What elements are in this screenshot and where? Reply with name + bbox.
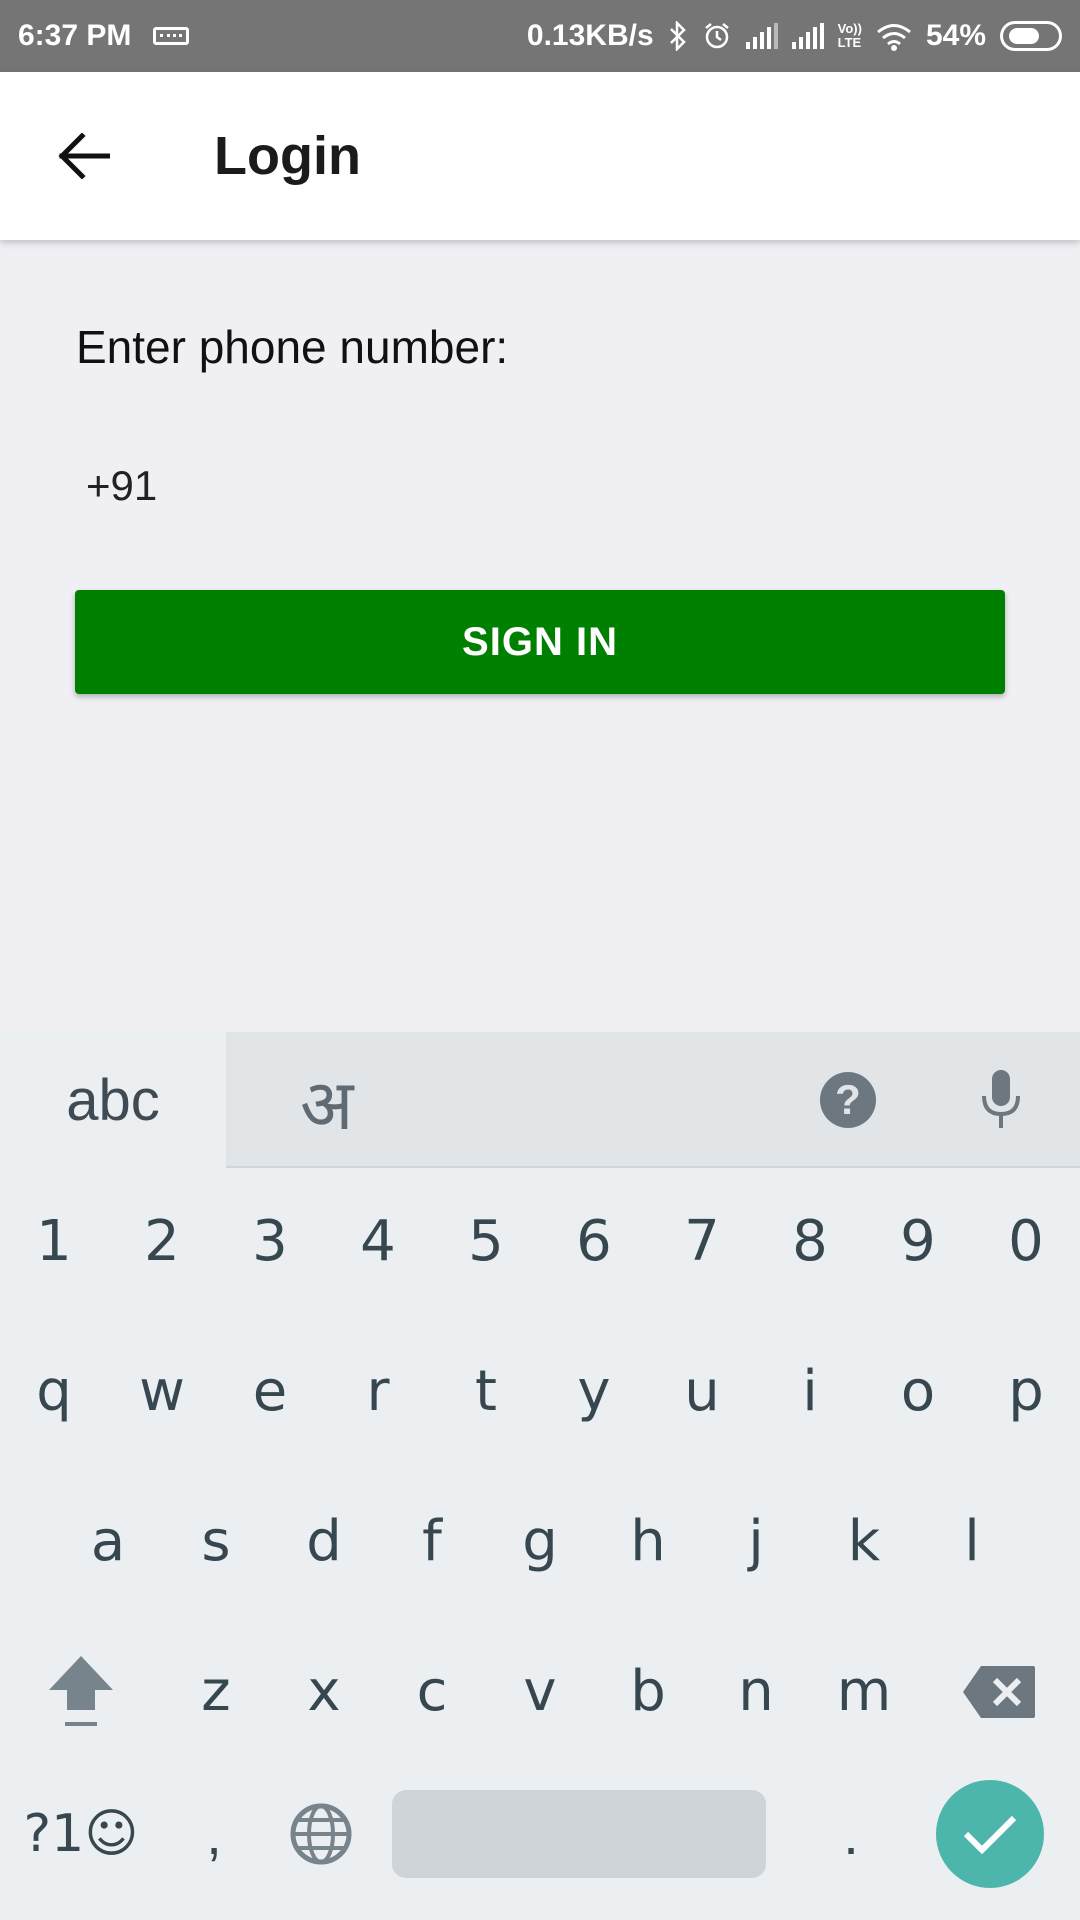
enter-key[interactable] [936, 1780, 1044, 1888]
key-a[interactable]: a [54, 1492, 162, 1592]
volte-icon: Vo)) LTE [838, 22, 862, 50]
keyboard-icon [153, 27, 190, 45]
period-key[interactable]: . [766, 1802, 936, 1867]
key-6[interactable]: 6 [540, 1192, 648, 1292]
symbols-key[interactable]: ?1☺ [0, 1804, 162, 1864]
back-button[interactable] [34, 106, 134, 206]
keyboard-number-row: 1 2 3 4 5 6 7 8 9 0 [0, 1192, 1080, 1292]
key-1[interactable]: 1 [0, 1192, 108, 1292]
globe-key[interactable] [266, 1802, 376, 1866]
wifi-icon [876, 21, 912, 51]
battery-icon [1000, 21, 1062, 51]
key-2[interactable]: 2 [108, 1192, 216, 1292]
keyboard-toolbar: abc अ ? [0, 1032, 1080, 1168]
key-e[interactable]: e [216, 1342, 324, 1442]
phone-label: Enter phone number: [76, 321, 509, 373]
globe-icon [290, 1803, 352, 1865]
key-b[interactable]: b [594, 1642, 702, 1742]
key-c[interactable]: c [378, 1642, 486, 1742]
help-icon[interactable]: ? [820, 1072, 876, 1128]
key-8[interactable]: 8 [756, 1192, 864, 1292]
battery-percent: 54% [925, 19, 986, 52]
key-y[interactable]: y [540, 1342, 648, 1442]
key-l[interactable]: l [918, 1492, 1026, 1592]
volte-text-top: Vo)) [837, 21, 862, 36]
keyboard-tab-hindi[interactable]: अ [300, 1054, 353, 1150]
key-h[interactable]: h [594, 1492, 702, 1592]
backspace-key[interactable] [918, 1642, 1080, 1742]
key-k[interactable]: k [810, 1492, 918, 1592]
network-speed: 0.13KB/s [526, 19, 654, 52]
keyboard-row-q: q w e r t y u i o p [0, 1342, 1080, 1442]
soft-keyboard: abc अ ? 1 2 3 4 5 6 7 8 9 0 q w e r t y … [0, 1032, 1080, 1920]
key-m[interactable]: m [810, 1642, 918, 1742]
keyboard-tab-abc[interactable]: abc [0, 1032, 226, 1168]
key-z[interactable]: z [162, 1642, 270, 1742]
keyboard-row-z: z x c v b n m [0, 1642, 1080, 1742]
key-i[interactable]: i [756, 1342, 864, 1442]
key-w[interactable]: w [108, 1342, 216, 1442]
key-t[interactable]: t [432, 1342, 540, 1442]
mic-icon[interactable] [976, 1068, 1026, 1137]
key-d[interactable]: d [270, 1492, 378, 1592]
status-time: 6:37 PM [18, 19, 132, 52]
key-n[interactable]: n [702, 1642, 810, 1742]
checkmark-icon [963, 1815, 1017, 1855]
key-p[interactable]: p [972, 1342, 1080, 1442]
key-3[interactable]: 3 [216, 1192, 324, 1292]
arrow-back-icon [58, 133, 110, 179]
backspace-icon [963, 1666, 1035, 1718]
key-g[interactable]: g [486, 1492, 594, 1592]
keyboard-row-a: a s d f g h j k l [0, 1492, 1080, 1592]
key-4[interactable]: 4 [324, 1192, 432, 1292]
volte-text-bottom: LTE [837, 35, 862, 50]
key-7[interactable]: 7 [648, 1192, 756, 1292]
page-title: Login [214, 126, 361, 186]
key-x[interactable]: x [270, 1642, 378, 1742]
key-u[interactable]: u [648, 1342, 756, 1442]
shift-key[interactable] [0, 1642, 162, 1742]
status-bar: 6:37 PM 0.13KB/s Vo)) LTE 54% [0, 0, 1080, 72]
key-v[interactable]: v [486, 1642, 594, 1742]
key-f[interactable]: f [378, 1492, 486, 1592]
key-r[interactable]: r [324, 1342, 432, 1442]
space-key[interactable] [392, 1790, 766, 1878]
key-5[interactable]: 5 [432, 1192, 540, 1292]
key-j[interactable]: j [702, 1492, 810, 1592]
bluetooth-icon [668, 21, 688, 51]
comma-key[interactable]: , [162, 1802, 266, 1867]
key-s[interactable]: s [162, 1492, 270, 1592]
signal-icon [745, 23, 778, 49]
signal-icon [791, 23, 824, 49]
key-9[interactable]: 9 [864, 1192, 972, 1292]
phone-input[interactable] [76, 450, 996, 522]
sign-in-button[interactable]: SIGN IN [75, 590, 1005, 694]
key-q[interactable]: q [0, 1342, 108, 1442]
keyboard-bottom-row: ?1☺ , . [0, 1780, 1080, 1888]
key-0[interactable]: 0 [972, 1192, 1080, 1292]
shift-icon [49, 1656, 113, 1726]
key-o[interactable]: o [864, 1342, 972, 1442]
app-bar: Login [0, 72, 1080, 240]
alarm-icon [702, 21, 732, 51]
status-icons: 0.13KB/s Vo)) LTE 54% [527, 19, 1062, 53]
